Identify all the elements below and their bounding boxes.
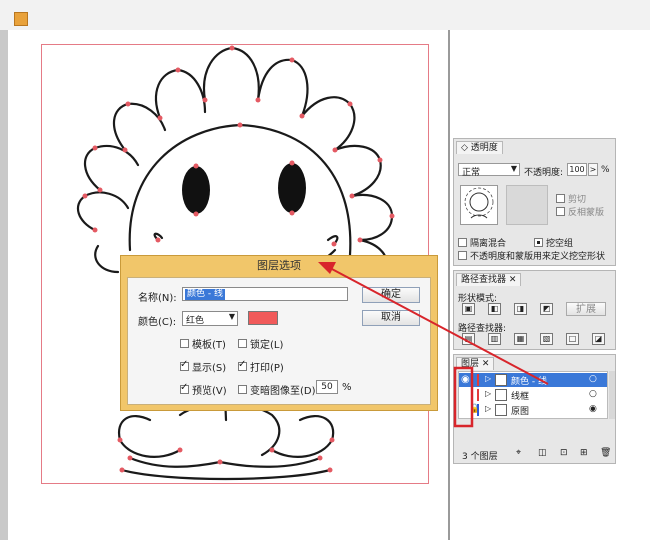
annotation-arrow	[329, 267, 549, 385]
arrowhead-icon	[318, 262, 336, 274]
eye-column-highlight	[453, 366, 474, 428]
annotation-overlay	[318, 262, 549, 428]
